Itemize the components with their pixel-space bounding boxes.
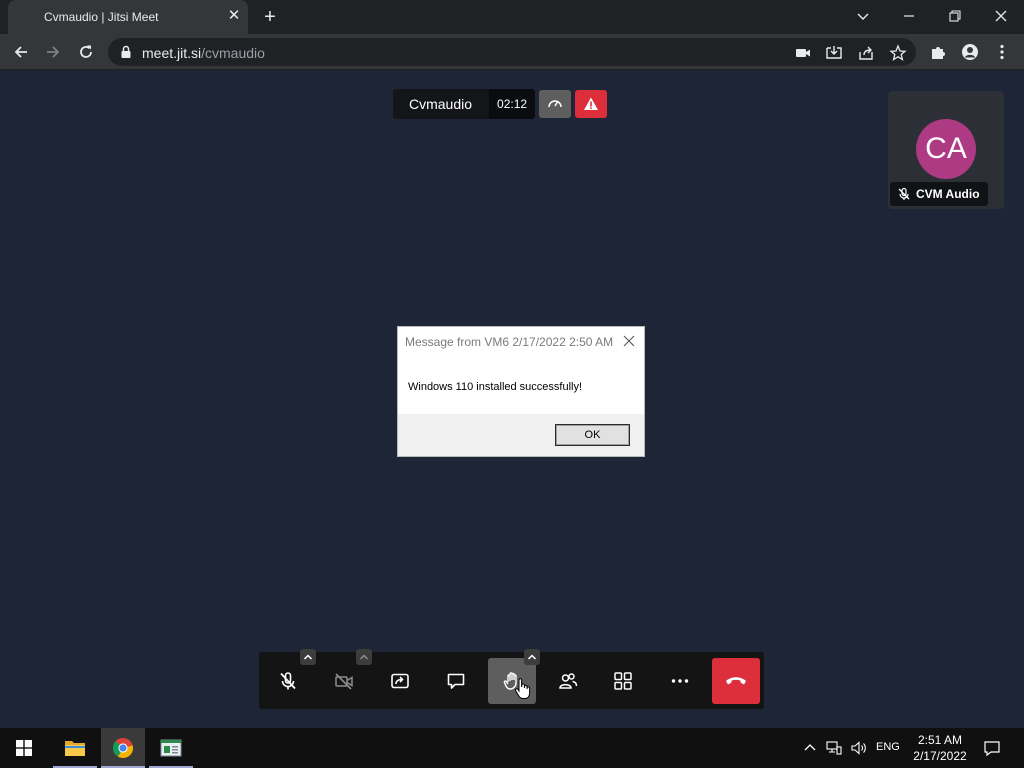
tile-view-button[interactable]: [599, 658, 647, 704]
tab-strip: Cvmaudio | Jitsi Meet ✕ +: [0, 0, 1024, 34]
clock-time: 2:51 AM: [917, 733, 963, 747]
star-icon[interactable]: [889, 44, 907, 62]
participant-thumbnail[interactable]: CA CVM Audio: [888, 91, 1004, 209]
network-icon[interactable]: [826, 740, 842, 756]
minimize-icon: [904, 15, 914, 17]
video-options-button[interactable]: [356, 649, 372, 665]
chat-icon: [447, 673, 465, 689]
browser-toolbar: meet.jit.si/cvmaudio: [0, 34, 1024, 70]
chevron-up-icon: [527, 654, 537, 660]
tab-search-button[interactable]: [848, 4, 878, 28]
arrow-right-icon: [47, 46, 60, 58]
chrome-taskbar-button[interactable]: [101, 728, 145, 768]
mic-muted-icon: [280, 672, 296, 690]
message-dialog: Message from VM6 2/17/2022 2:50 AM Windo…: [397, 326, 645, 457]
remote-desktop-taskbar-button[interactable]: [149, 728, 193, 768]
chat-button[interactable]: [432, 658, 480, 704]
meeting-stage: Cvmaudio 02:12 CA CVM Audio Message from…: [0, 71, 1024, 728]
chevron-up-icon: [303, 654, 313, 660]
url-host: meet.jit.si: [142, 45, 202, 61]
chevron-down-icon: [857, 13, 869, 20]
browser-tab[interactable]: Cvmaudio | Jitsi Meet ✕: [8, 0, 248, 34]
close-window-button[interactable]: [986, 4, 1016, 28]
dialog-title: Message from VM6 2/17/2022 2:50 AM: [405, 335, 614, 349]
menu-dots-icon[interactable]: [993, 43, 1011, 61]
share-screen-button[interactable]: [376, 658, 424, 704]
forward-button[interactable]: [40, 40, 66, 64]
extensions-icon[interactable]: [929, 43, 947, 61]
new-tab-button[interactable]: +: [258, 5, 282, 29]
remote-desktop-icon: [160, 739, 182, 757]
minimize-button[interactable]: [894, 4, 924, 28]
chevron-up-icon: [359, 654, 369, 660]
participant-name-label: CVM Audio: [890, 182, 988, 206]
reload-icon: [80, 45, 92, 58]
meeting-subject-bar: Cvmaudio 02:12: [393, 89, 536, 119]
tab-close-button[interactable]: ✕: [224, 6, 244, 26]
chrome-icon: [112, 738, 134, 759]
grid-icon: [614, 672, 632, 690]
action-center-icon[interactable]: [983, 739, 1001, 757]
restore-icon: [949, 10, 961, 22]
clock-date: 2/17/2022: [913, 749, 967, 763]
url-text[interactable]: meet.jit.si/cvmaudio: [142, 45, 265, 61]
meeting-timer: 02:12: [489, 89, 536, 119]
arrow-left-icon: [14, 46, 27, 58]
back-button[interactable]: [8, 40, 34, 64]
dialog-message: Windows 110 installed successfully!: [408, 381, 583, 393]
tab-title: Cvmaudio | Jitsi Meet: [44, 10, 159, 24]
file-explorer-taskbar-button[interactable]: [53, 728, 97, 768]
participants-button[interactable]: [544, 658, 592, 704]
participants-icon: [559, 673, 578, 689]
input-language-indicator[interactable]: ENG: [876, 741, 900, 753]
meeting-subject: Cvmaudio: [393, 89, 490, 119]
url-path: /cvmaudio: [201, 45, 265, 61]
hand-cursor-icon: [515, 678, 531, 699]
audio-options-button[interactable]: [300, 649, 316, 665]
participant-name: CVM Audio: [916, 187, 980, 201]
more-dots-icon: [671, 679, 689, 683]
profile-icon[interactable]: [961, 43, 979, 61]
dialog-close-icon[interactable]: [621, 333, 637, 349]
close-icon: [995, 10, 1007, 22]
ok-button[interactable]: OK: [555, 424, 630, 446]
address-bar[interactable]: meet.jit.si/cvmaudio: [108, 38, 916, 66]
volume-icon[interactable]: [850, 740, 868, 756]
hangup-button[interactable]: [712, 658, 760, 704]
taskbar-clock[interactable]: 2:51 AM 2/17/2022: [904, 732, 976, 764]
share-screen-icon: [391, 673, 409, 689]
meeting-toolbox: [259, 649, 764, 709]
lock-icon[interactable]: [120, 45, 132, 59]
share-icon[interactable]: [857, 44, 875, 62]
install-app-icon[interactable]: [825, 44, 843, 62]
gauge-icon: [548, 100, 562, 108]
mic-muted-icon: [898, 187, 910, 200]
start-button[interactable]: [0, 728, 48, 768]
warning-icon: [584, 97, 598, 110]
taskbar: ENG 2:51 AM 2/17/2022: [0, 728, 1024, 768]
camera-off-icon: [335, 673, 353, 690]
avatar: CA: [916, 119, 976, 179]
windows-logo-icon: [16, 740, 32, 756]
warning-button[interactable]: [575, 90, 607, 118]
restore-button[interactable]: [940, 4, 970, 28]
phone-hangup-icon: [726, 677, 746, 685]
reload-button[interactable]: [73, 40, 99, 64]
camera-icon[interactable]: [794, 44, 812, 62]
folder-icon: [65, 741, 85, 756]
show-hidden-icons-icon[interactable]: [803, 740, 817, 754]
dialog-footer: OK: [398, 414, 644, 456]
reactions-options-button[interactable]: [524, 649, 540, 665]
more-actions-button[interactable]: [656, 658, 704, 704]
connection-quality-button[interactable]: [539, 90, 571, 118]
